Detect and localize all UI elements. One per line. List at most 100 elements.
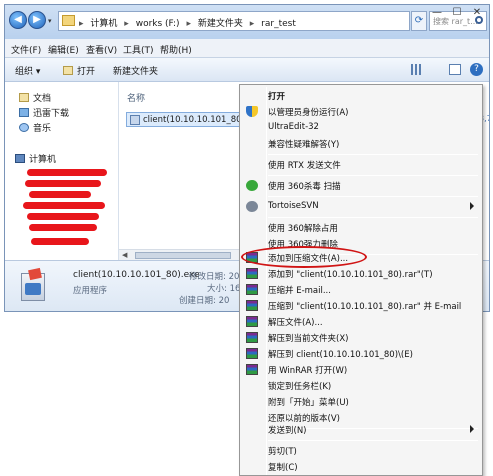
nav-item-music[interactable]: 音乐 [19,121,51,134]
details-file-type: 应用程序 [73,286,108,296]
breadcrumb-computer[interactable]: 计算机 [90,19,117,29]
context-menu: 打开 以管理员身份运行(A) UltraEdit-32 兼容性疑难解答(Y) 使… [239,84,483,476]
winrar-icon [246,316,258,327]
menu-tools[interactable]: 工具(T) [123,43,154,56]
menu-item-compress-to-rar-email[interactable]: 压缩到 "client(10.10.10.101_80).rar" 并 E-ma… [242,297,480,314]
menu-item-pin-taskbar[interactable]: 锁定到任务栏(K) [242,377,480,394]
file-item-selected[interactable]: client(10.10.10.101_80).exe [126,112,263,127]
menu-item-copy[interactable]: 复制(C) [242,458,480,475]
scroll-left-icon[interactable]: ◀ [122,251,127,259]
close-button[interactable]: ✕ [467,5,487,21]
menu-item-label: 使用 RTX 发送文件 [268,161,341,171]
nav-item-computer[interactable]: 计算机 [15,152,56,165]
minimize-button[interactable]: — [427,5,447,21]
menu-item-tortoisesvn[interactable]: TortoiseSVN [242,198,480,215]
forward-button[interactable]: ▶ [28,11,46,29]
nav-item-label: 计算机 [29,155,57,165]
details-size: 大小: 16. [207,284,244,294]
winrar-icon [246,268,258,279]
preview-pane-icon[interactable] [449,64,461,75]
maximize-button[interactable]: ☐ [447,5,467,21]
menu-view[interactable]: 查看(V) [86,43,117,56]
redaction-mark [23,202,105,209]
winrar-icon [246,332,258,343]
winrar-icon [246,252,258,263]
menu-item-label: 发送到(N) [268,426,307,436]
menu-item-label: 压缩到 "client(10.10.10.101_80).rar" 并 E-ma… [268,302,462,312]
menu-item-send-to[interactable]: 发送到(N) [242,421,480,438]
command-bar: 组织 ▾ 打开 新建文件夹 ? [5,58,489,82]
menu-item-360-scan[interactable]: 使用 360杀毒 扫描 [242,177,480,194]
menu-item-pin-start[interactable]: 附到「开始」菜单(U) [242,393,480,410]
menu-item-compress-email[interactable]: 压缩并 E-mail... [242,281,480,298]
new-folder-button[interactable]: 新建文件夹 [113,64,158,77]
navigation-pane: 文档 迅雷下载 音乐 计算机 [5,82,119,260]
window-controls: — ☐ ✕ [427,5,487,23]
refresh-icon[interactable]: ⟳ [411,11,427,31]
open-button[interactable]: 打开 [63,64,95,77]
menu-item-rtx-send[interactable]: 使用 RTX 发送文件 [242,156,480,173]
submenu-arrow-icon [470,425,474,433]
menu-item-label: 解压到 client(10.10.10.101_80)\(E) [268,350,413,360]
menu-item-label: 使用 360解除占用 [268,224,338,234]
menu-item-label: 复制(C) [268,463,298,473]
menu-help[interactable]: 帮助(H) [160,43,192,56]
application-icon [19,267,49,305]
nav-item-label: 音乐 [33,124,52,134]
menu-file[interactable]: 文件(F) [11,43,41,56]
menu-item-360-unlock[interactable]: 使用 360解除占用 [242,219,480,236]
breadcrumb-rar-test[interactable]: rar_test [261,19,296,29]
horizontal-scrollbar[interactable]: ◀ [119,249,245,260]
redaction-mark [29,224,97,231]
organize-button[interactable]: 组织 ▾ [15,64,40,77]
nav-item-label: 文档 [33,94,52,104]
menu-item-extract-to-folder[interactable]: 解压到 client(10.10.10.101_80)\(E) [242,345,480,362]
menu-item-label: 以管理员身份运行(A) [268,108,349,118]
breadcrumb-separator: ▸ [186,19,191,29]
menu-item-label: 用 WinRAR 打开(W) [268,366,348,376]
title-bar: ◀ ▶ ▾ ▸ 计算机 ▸ works (F:) ▸ 新建文件夹 ▸ rar_t… [5,5,489,39]
winrar-icon [246,300,258,311]
music-icon [19,123,29,132]
menu-item-open-with-winrar[interactable]: 用 WinRAR 打开(W) [242,361,480,378]
menu-item-label: 锁定到任务栏(K) [268,382,332,392]
column-header-name[interactable]: 名称 [127,91,145,104]
breadcrumb-new-folder[interactable]: 新建文件夹 [198,19,243,29]
computer-icon [15,154,25,163]
nav-item-documents[interactable]: 文档 [19,91,51,104]
submenu-arrow-icon [470,202,474,210]
menu-bar: 文件(F) 编辑(E) 查看(V) 工具(T) 帮助(H) [5,39,489,58]
menu-item-extract-files[interactable]: 解压文件(A)... [242,313,480,330]
menu-item-label: 解压到当前文件夹(X) [268,334,349,344]
menu-item-extract-here[interactable]: 解压到当前文件夹(X) [242,329,480,346]
help-icon[interactable]: ? [470,63,483,76]
breadcrumb-separator: ▸ [124,19,129,29]
documents-icon [19,93,29,102]
menu-item-compat-troubleshoot[interactable]: 兼容性疑难解答(Y) [242,135,480,152]
menu-item-open[interactable]: 打开 [242,87,480,104]
details-modified: 修改日期: 20 [189,272,240,282]
view-options-icon[interactable] [411,64,423,75]
breadcrumb-separator: ▸ [79,19,84,29]
breadcrumb-separator: ▸ [249,19,255,29]
details-created: 创建日期: 20 [179,296,230,306]
menu-item-add-to-archive[interactable]: 添加到压缩文件(A)... [242,249,480,266]
menu-item-label: 解压文件(A)... [268,318,323,328]
redaction-mark [27,169,107,176]
breadcrumb-drive[interactable]: works (F:) [136,19,180,29]
menu-item-cut[interactable]: 剪切(T) [242,442,480,459]
redaction-mark [31,238,89,245]
address-bar[interactable]: ▸ 计算机 ▸ works (F:) ▸ 新建文件夹 ▸ rar_test [58,11,410,31]
back-button[interactable]: ◀ [9,11,27,29]
menu-item-run-as-admin[interactable]: 以管理员身份运行(A) [242,103,480,120]
scroll-thumb[interactable] [135,252,231,259]
nav-item-downloads[interactable]: 迅雷下载 [19,106,69,119]
open-label: 打开 [77,67,96,77]
menu-item-label: UltraEdit-32 [268,122,319,132]
menu-item-add-to-rar[interactable]: 添加到 "client(10.10.10.101_80).rar"(T) [242,265,480,282]
winrar-icon [246,364,258,375]
menu-item-ultraedit[interactable]: UltraEdit-32 [242,119,480,136]
menu-edit[interactable]: 编辑(E) [48,43,79,56]
download-icon [19,108,29,117]
history-dropdown-icon[interactable]: ▾ [48,17,52,25]
